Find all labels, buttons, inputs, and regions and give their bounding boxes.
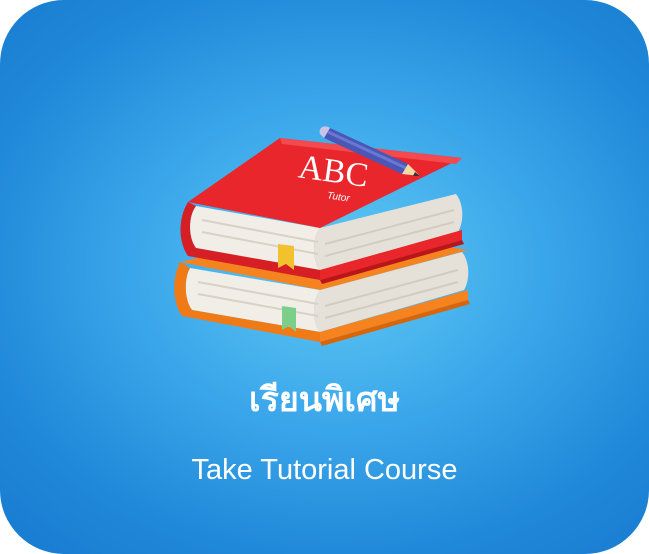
tile-title: เรียนพิเศษ bbox=[248, 380, 401, 420]
tutorial-course-tile[interactable]: ABC Tutor เรียนพิเศษ Take Tutorial Cours… bbox=[0, 0, 649, 554]
books-with-pencil-icon: ABC Tutor bbox=[174, 126, 470, 346]
tile-subtitle: Take Tutorial Course bbox=[191, 454, 458, 486]
